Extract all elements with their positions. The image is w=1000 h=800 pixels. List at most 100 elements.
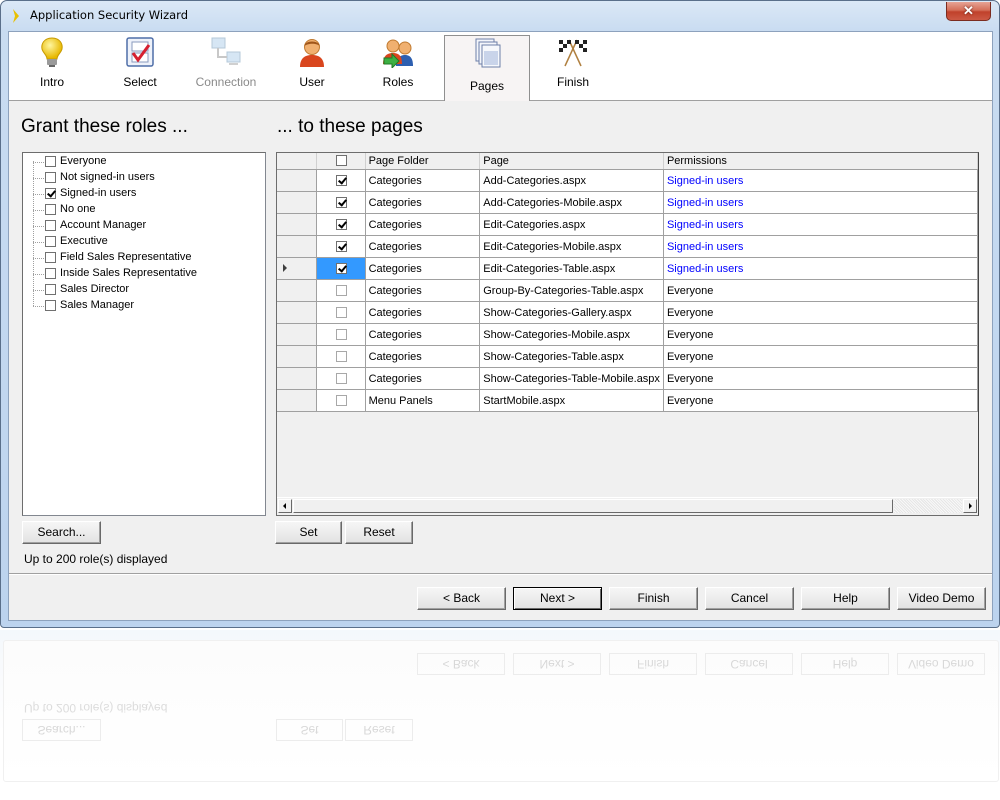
row-checkbox[interactable] xyxy=(335,284,347,296)
table-row[interactable]: Categories Show-Categories-Table-Mobile.a… xyxy=(277,367,978,390)
role-checkbox[interactable] xyxy=(45,236,56,247)
row-header[interactable] xyxy=(277,367,318,390)
row-checkbox[interactable] xyxy=(335,262,347,274)
step-intro[interactable]: Intro xyxy=(9,32,95,100)
row-checkbox-cell[interactable] xyxy=(316,301,366,324)
page-cell: Add-Categories-Mobile.aspx xyxy=(479,191,664,214)
row-checkbox[interactable] xyxy=(335,196,347,208)
row-checkbox-cell[interactable] xyxy=(316,213,366,236)
row-checkbox[interactable] xyxy=(335,218,347,230)
row-checkbox[interactable] xyxy=(335,240,347,252)
row-header[interactable] xyxy=(277,213,318,236)
scroll-right-arrow-icon[interactable] xyxy=(963,499,977,513)
permissions-cell[interactable]: Everyone xyxy=(662,389,978,412)
title-bar[interactable]: Application Security Wizard ✕ xyxy=(1,1,999,31)
row-checkbox[interactable] xyxy=(335,328,347,340)
row-checkbox-cell[interactable] xyxy=(316,279,366,302)
row-checkbox-cell[interactable] xyxy=(316,323,366,346)
permissions-cell[interactable]: Everyone xyxy=(662,323,978,346)
set-button[interactable]: Set xyxy=(275,521,342,544)
role-checkbox[interactable] xyxy=(45,252,56,263)
table-row[interactable]: Categories Edit-Categories-Mobile.aspx Sig… xyxy=(277,235,978,258)
role-checkbox[interactable] xyxy=(45,268,56,279)
page-cell: Show-Categories-Gallery.aspx xyxy=(479,301,664,324)
row-checkbox[interactable] xyxy=(335,372,347,384)
table-row[interactable]: Categories Edit-Categories.aspx Signed-in … xyxy=(277,213,978,236)
horizontal-scrollbar[interactable] xyxy=(277,497,978,515)
table-row[interactable]: Categories Edit-Categories-Table.aspx Sign… xyxy=(277,257,978,280)
row-checkbox-cell[interactable] xyxy=(316,191,366,214)
permissions-cell[interactable]: Everyone xyxy=(662,279,978,302)
row-header[interactable] xyxy=(277,323,318,346)
role-checkbox[interactable] xyxy=(45,204,56,215)
row-checkbox[interactable] xyxy=(335,350,347,362)
step-user[interactable]: User xyxy=(269,32,355,100)
role-checkbox[interactable] xyxy=(45,156,56,167)
next-button[interactable]: Next > xyxy=(513,587,602,610)
row-checkbox[interactable] xyxy=(335,306,347,318)
step-select[interactable]: Select xyxy=(97,32,183,100)
role-checkbox[interactable] xyxy=(45,188,56,199)
column-header-page-folder[interactable]: Page Folder xyxy=(364,153,481,170)
permissions-cell[interactable]: Signed-in users xyxy=(662,257,978,280)
permissions-cell[interactable]: Everyone xyxy=(662,301,978,324)
permissions-cell[interactable]: Signed-in users xyxy=(662,169,978,192)
help-button[interactable]: Help xyxy=(801,587,890,610)
table-row[interactable]: Categories Add-Categories-Mobile.aspx Sign… xyxy=(277,191,978,214)
table-row[interactable]: Categories Show-Categories-Gallery.aspx Ev… xyxy=(277,301,978,324)
step-pages[interactable]: Pages xyxy=(444,35,530,101)
finish-button[interactable]: Finish xyxy=(609,587,698,610)
page-folder-cell: Categories xyxy=(364,257,481,280)
row-header[interactable] xyxy=(277,169,318,192)
row-header[interactable] xyxy=(277,301,318,324)
select-all-header[interactable] xyxy=(316,153,366,170)
column-header-permissions[interactable]: Permissions xyxy=(662,153,978,170)
reflection-panel: < Back Next > Finish Cancel Help Video D… xyxy=(3,640,999,782)
permissions-cell[interactable]: Signed-in users xyxy=(662,213,978,236)
row-checkbox[interactable] xyxy=(335,174,347,186)
permissions-cell[interactable]: Everyone xyxy=(662,367,978,390)
row-header[interactable] xyxy=(277,389,318,412)
row-checkbox-cell[interactable] xyxy=(316,169,366,192)
role-checkbox[interactable] xyxy=(45,300,56,311)
row-checkbox-cell[interactable] xyxy=(316,389,366,412)
step-connection[interactable]: Connection xyxy=(183,32,269,100)
scrollbar-track[interactable] xyxy=(894,499,962,513)
role-checkbox[interactable] xyxy=(45,220,56,231)
pages-icon xyxy=(475,38,501,68)
cancel-button[interactable]: Cancel xyxy=(705,587,794,610)
row-checkbox-cell[interactable] xyxy=(316,257,366,280)
table-row[interactable]: Categories Show-Categories-Mobile.aspx Eve… xyxy=(277,323,978,346)
back-button[interactable]: < Back xyxy=(417,587,506,610)
checkered-flags-icon xyxy=(559,39,587,67)
row-checkbox-cell[interactable] xyxy=(316,235,366,258)
table-row[interactable]: Categories Show-Categories-Table.aspx Ever… xyxy=(277,345,978,368)
row-header[interactable] xyxy=(277,279,318,302)
row-header[interactable] xyxy=(277,257,318,280)
reset-button[interactable]: Reset xyxy=(345,521,413,544)
role-checkbox[interactable] xyxy=(45,284,56,295)
scrollbar-thumb[interactable] xyxy=(293,499,893,513)
row-checkbox-cell[interactable] xyxy=(316,345,366,368)
video-demo-button[interactable]: Video Demo xyxy=(897,587,986,610)
row-checkbox-cell[interactable] xyxy=(316,367,366,390)
permissions-cell[interactable]: Signed-in users xyxy=(662,235,978,258)
row-header[interactable] xyxy=(277,235,318,258)
row-header[interactable] xyxy=(277,345,318,368)
select-all-checkbox[interactable] xyxy=(335,155,347,166)
permissions-cell[interactable]: Signed-in users xyxy=(662,191,978,214)
row-header[interactable] xyxy=(277,191,318,214)
role-checkbox[interactable] xyxy=(45,172,56,183)
step-finish[interactable]: Finish xyxy=(530,32,616,100)
search-roles-button[interactable]: Search... xyxy=(22,521,101,544)
scroll-left-arrow-icon[interactable] xyxy=(278,499,292,513)
row-checkbox[interactable] xyxy=(335,394,347,406)
table-row[interactable]: Categories Add-Categories.aspx Signed-in u… xyxy=(277,169,978,192)
table-row[interactable]: Categories Group-By-Categories-Table.aspx… xyxy=(277,279,978,302)
column-header-page[interactable]: Page xyxy=(479,153,664,170)
step-roles[interactable]: Roles xyxy=(355,32,441,100)
roles-tree[interactable]: Everyone Not signed-in users Signed-in u… xyxy=(22,152,266,516)
table-row[interactable]: Menu Panels StartMobile.aspx Everyone xyxy=(277,389,978,412)
close-button[interactable]: ✕ xyxy=(946,2,991,21)
permissions-cell[interactable]: Everyone xyxy=(662,345,978,368)
